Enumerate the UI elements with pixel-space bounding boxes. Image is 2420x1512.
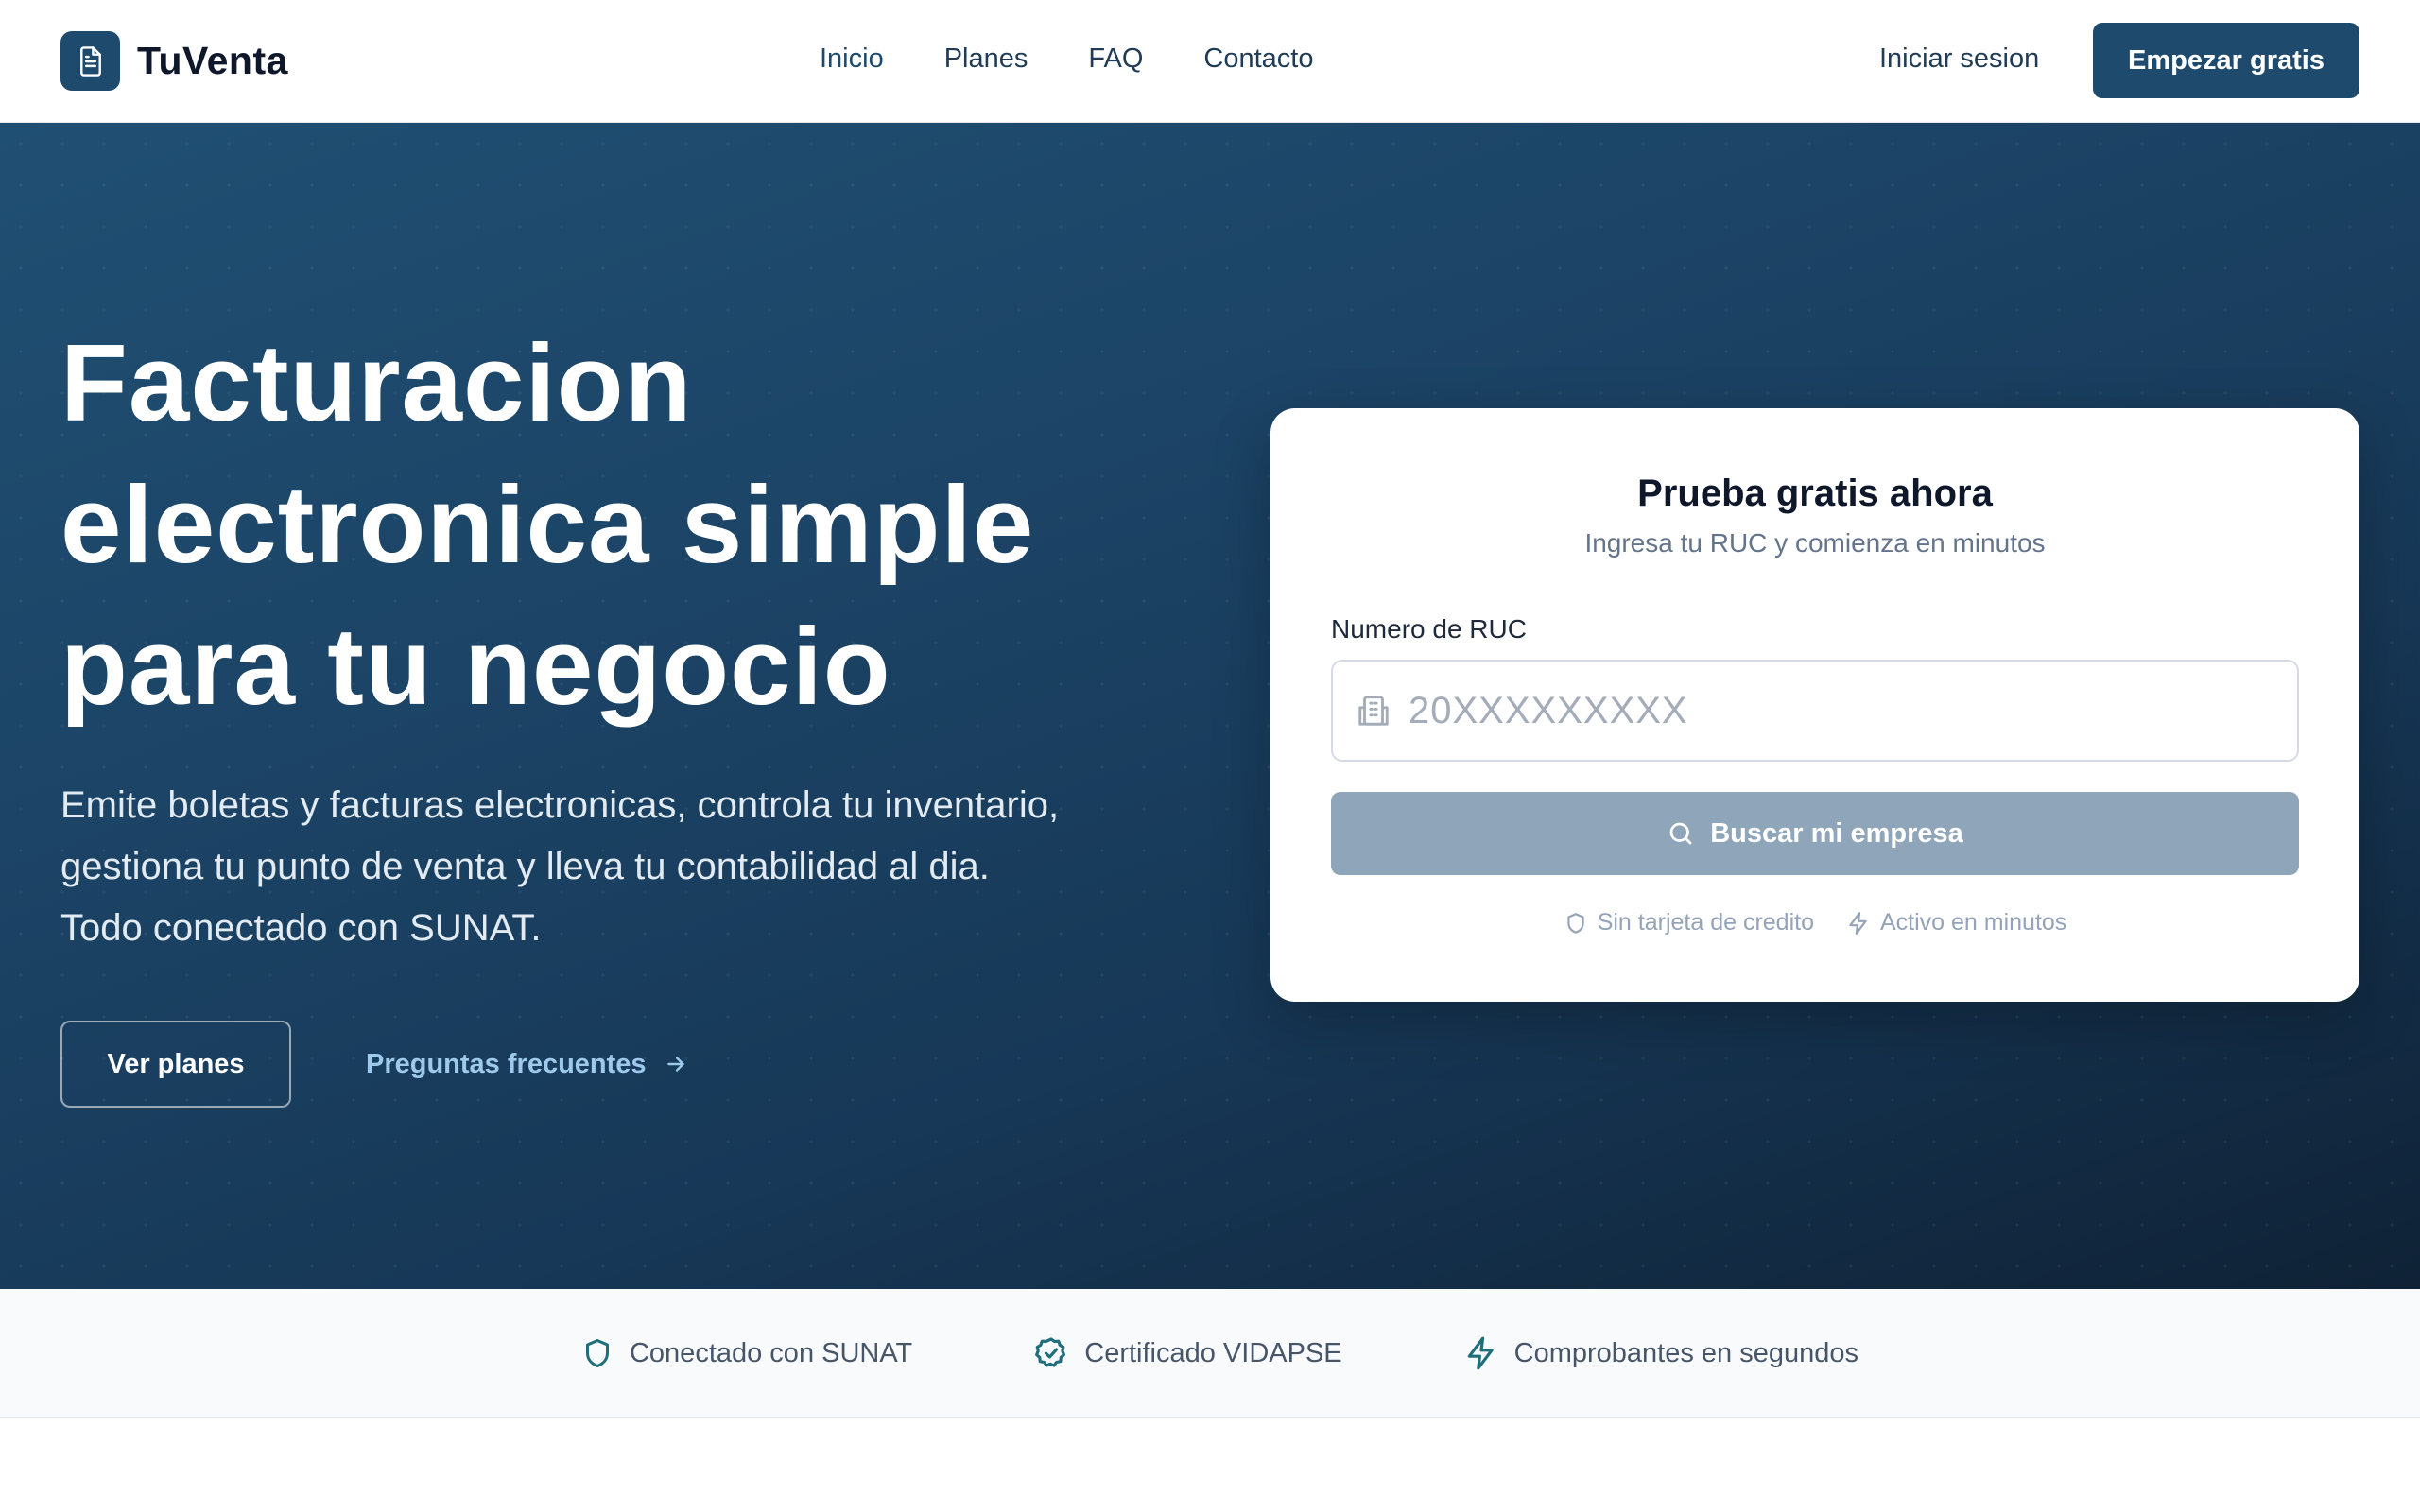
document-icon (60, 31, 120, 91)
badge-check-icon (1033, 1335, 1069, 1371)
hero-title-line: Facturacion (60, 321, 693, 444)
ruc-input[interactable] (1409, 689, 2259, 732)
site-header: TuVenta Inicio Planes FAQ Contacto Inici… (0, 0, 2420, 123)
hero-subtitle-line: gestiona tu punto de venta y lleva tu co… (60, 846, 990, 887)
search-button-label: Buscar mi empresa (1710, 817, 1963, 849)
hero-subtitle: Emite boletas y facturas electronicas, c… (60, 775, 1195, 959)
nav-link-inicio[interactable]: Inicio (820, 40, 884, 77)
perk-label: Activo en minutos (1879, 909, 2067, 936)
brand-name: TuVenta (137, 39, 288, 82)
card-subtitle: Ingresa tu RUC y comienza en minutos (1584, 528, 2046, 558)
card-perks: Sin tarjeta de credito Activo en minutos (1270, 909, 2360, 936)
arrow-right-icon (664, 1052, 688, 1076)
shield-icon (580, 1335, 614, 1371)
perk-fast-activation: Activo en minutos (1846, 909, 2066, 936)
trust-label: Certificado VIDAPSE (1084, 1337, 1342, 1368)
perk-label: Sin tarjeta de credito (1597, 909, 1814, 936)
search-icon (1667, 819, 1695, 848)
card-title: Prueba gratis ahora (1637, 472, 1993, 514)
shield-icon (1564, 911, 1588, 936)
ruc-field-label: Numero de RUC (1331, 614, 1527, 644)
hero-section: Facturacion electronica simple para tu n… (0, 123, 2420, 1289)
ruc-input-wrapper[interactable] (1331, 660, 2299, 762)
hero-title: Facturacion electronica simple para tu n… (60, 312, 1195, 737)
free-trial-card: Prueba gratis ahora Ingresa tu RUC y com… (1270, 408, 2360, 1002)
hero-title-line: electronica simple (60, 463, 1035, 586)
faq-link-label: Preguntas frecuentes (366, 1049, 647, 1079)
nav-link-contacto[interactable]: Contacto (1203, 40, 1313, 77)
trust-item-sunat: Conectado con SUNAT (580, 1335, 912, 1371)
lightning-icon (1463, 1334, 1499, 1372)
trust-label: Comprobantes en segundos (1513, 1337, 1859, 1368)
trust-item-vidapse: Certificado VIDAPSE (1033, 1335, 1342, 1371)
lightning-icon (1846, 911, 1871, 936)
login-link[interactable]: Iniciar sesion (1879, 40, 2039, 77)
nav-link-faq[interactable]: FAQ (1088, 40, 1143, 77)
view-plans-button[interactable]: Ver planes (60, 1021, 291, 1108)
trust-item-speed: Comprobantes en segundos (1463, 1334, 1858, 1372)
building-icon (1356, 693, 1392, 729)
search-company-button[interactable]: Buscar mi empresa (1331, 792, 2299, 875)
nav-link-planes[interactable]: Planes (944, 40, 1028, 77)
trust-label: Conectado con SUNAT (629, 1337, 913, 1368)
hero-subtitle-line: Todo conectado con SUNAT. (60, 907, 542, 949)
trust-bar: Conectado con SUNAT Certificado VIDAPSE … (0, 1289, 2420, 1418)
perk-no-card: Sin tarjeta de credito (1564, 909, 1814, 936)
hero-subtitle-line: Emite boletas y facturas electronicas, c… (60, 784, 1060, 826)
start-free-button[interactable]: Empezar gratis (2093, 23, 2360, 98)
faq-link[interactable]: Preguntas frecuentes (366, 1045, 688, 1083)
hero-title-line: para tu negocio (60, 605, 891, 728)
brand-logo[interactable]: TuVenta (60, 31, 288, 91)
main-nav: Inicio Planes FAQ Contacto (820, 40, 1374, 77)
